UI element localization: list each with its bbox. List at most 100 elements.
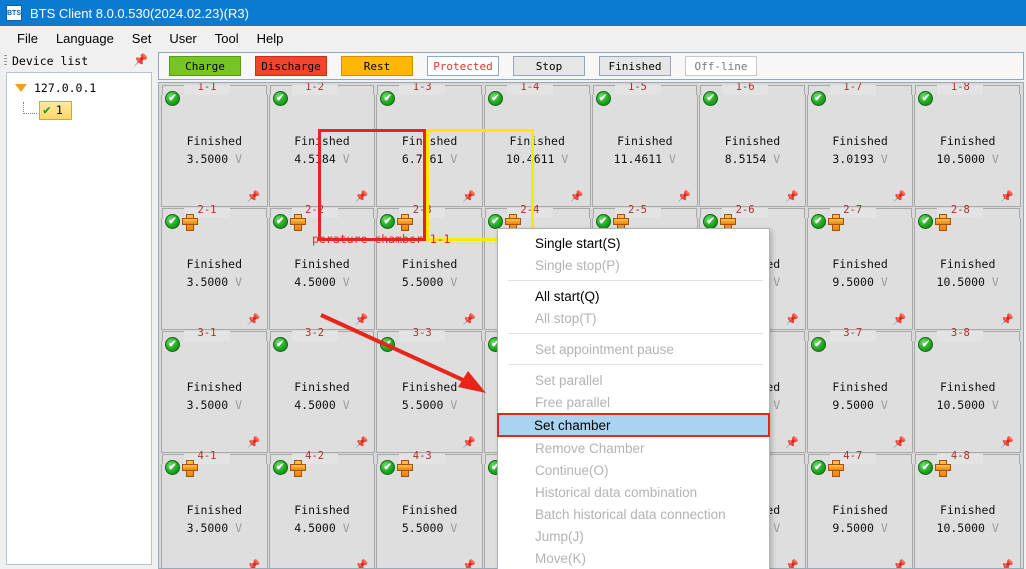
check-icon: ✔ (272, 214, 288, 229)
channel-cell[interactable]: 3-1 ✔ Finished 3.5000 V 📌 (161, 328, 268, 453)
voltage-unit-label: V (450, 151, 458, 166)
channel-cell[interactable]: 1-1 ✔ Finished 3.5000 V 📌 (161, 83, 268, 207)
menu-set[interactable]: Set (123, 28, 161, 49)
channel-status-icons: ✔ (165, 337, 180, 352)
channel-cell[interactable]: 2-8 ✔ Finished 10.5000 V 📌 (914, 205, 1021, 330)
legend-stop[interactable]: Stop (513, 56, 585, 76)
pin-icon[interactable]: 📌 (462, 561, 476, 569)
pin-icon[interactable]: 📌 (570, 192, 584, 203)
channel-cell[interactable]: 4-1 ✔ Finished 3.5000 V 📌 (161, 451, 268, 569)
pin-icon[interactable]: 📌 (355, 192, 369, 203)
pin-icon[interactable]: 📌 (355, 561, 369, 569)
chamber-icon (827, 460, 844, 477)
legend-offline[interactable]: Off-line (685, 56, 757, 76)
channel-cell[interactable]: 4-3 ✔ Finished 5.5000 V 📌 (376, 451, 483, 569)
pin-icon[interactable]: 📌 (893, 561, 907, 569)
channel-cell[interactable]: 3-7 ✔ Finished 9.5000 V 📌 (806, 328, 914, 453)
pin-icon[interactable]: 📌 (1000, 438, 1014, 449)
channel-voltage-unit (336, 521, 343, 535)
pin-icon[interactable]: 📌 (1000, 192, 1014, 203)
channel-voltage-unit (874, 152, 881, 166)
context-menu-item[interactable]: All start(Q) (498, 285, 769, 307)
channel-cell[interactable]: 3-8 ✔ Finished 10.5000 V 📌 (914, 328, 1021, 453)
channel-voltage-value: 3.5000 (186, 520, 229, 535)
channel-cell[interactable]: 3-3 ✔ Finished 5.5000 V 📌 (376, 328, 483, 453)
pin-icon[interactable]: 📌 (247, 192, 261, 203)
channel-cell[interactable]: 2-7 ✔ Finished 9.5000 V 📌 (806, 205, 914, 330)
channel-voltage-value: 6.7261 (401, 151, 444, 166)
channel-cell[interactable]: 3-2 ✔ Finished 4.5000 V 📌 (268, 328, 376, 453)
channel-cell[interactable]: 1-2 ✔ Finished 4.5184 V 📌 (268, 83, 376, 207)
pin-icon[interactable]: 📌 (1000, 561, 1014, 569)
annotation-chamber-label: perature chamber 1-1 (312, 232, 451, 246)
menu-help[interactable]: Help (248, 28, 293, 49)
channel-voltage: 4.5000 V (294, 520, 349, 538)
legend-discharge[interactable]: Discharge (255, 56, 327, 76)
pin-icon[interactable]: 📌 (1000, 315, 1014, 326)
pin-icon[interactable]: 📌 (247, 561, 261, 569)
channel-cell[interactable]: 4-2 ✔ Finished 4.5000 V 📌 (268, 451, 376, 569)
channel-cell[interactable]: 1-4 ✔ Finished 10.4611 V 📌 (483, 83, 591, 207)
channel-cell[interactable]: 1-8 ✔ Finished 10.5000 V 📌 (914, 83, 1021, 207)
context-menu-item: Historical data combination (535, 484, 698, 500)
channel-cell[interactable]: 1-5 ✔ Finished 11.4611 V 📌 (591, 83, 699, 207)
channel-cell[interactable]: 1-3 ✔ Finished 6.7261 V 📌 (376, 83, 483, 207)
channel-id-label: 2-7 (843, 204, 863, 216)
context-menu-item[interactable]: Single start(S) (498, 232, 769, 254)
channel-cell-body: Finished 9.5000 V (808, 218, 913, 329)
channel-status-text: Finished (832, 256, 888, 271)
channel-id-label: 1-2 (305, 82, 325, 93)
context-menu-item: Batch historical data connection (535, 506, 726, 522)
pin-icon[interactable]: 📌 (893, 192, 907, 203)
legend-finished[interactable]: Finished (599, 56, 671, 76)
legend-protected[interactable]: Protected (427, 56, 499, 76)
pin-icon[interactable]: 📌 (462, 315, 476, 326)
channel-id-tab: 1-3 (399, 83, 446, 95)
channel-cell-body: Finished 3.5000 V (162, 341, 267, 452)
legend-rest[interactable]: Rest (341, 56, 413, 76)
menu-file[interactable]: File (8, 28, 47, 49)
channel-id-label: 3-8 (950, 327, 970, 339)
channel-voltage-value: 3.5000 (186, 151, 229, 166)
panel-grip-icon (4, 55, 7, 67)
pin-icon[interactable]: 📌 (462, 192, 476, 203)
channel-cell[interactable]: 4-7 ✔ Finished 9.5000 V 📌 (806, 451, 914, 569)
pin-icon[interactable]: 📌 (677, 192, 691, 203)
pin-icon[interactable]: 📌 (355, 438, 369, 449)
channel-cell[interactable]: 4-8 ✔ Finished 10.5000 V 📌 (914, 451, 1021, 569)
legend-charge[interactable]: Charge (169, 56, 241, 76)
check-icon: ✔ (810, 91, 826, 106)
menu-user[interactable]: User (160, 28, 205, 49)
channel-cell[interactable]: 1-7 ✔ Finished 3.0193 V 📌 (806, 83, 914, 207)
pin-icon[interactable]: 📌 (355, 315, 369, 326)
chamber-icon (182, 460, 198, 477)
channel-id-label: 2-3 (412, 204, 432, 216)
menu-tool[interactable]: Tool (206, 28, 248, 49)
pin-icon[interactable]: 📌 (785, 315, 799, 326)
channel-cell[interactable]: 1-6 ✔ Finished 8.5154 V 📌 (699, 83, 806, 207)
channel-cell[interactable]: 2-1 ✔ Finished 3.5000 V 📌 (161, 205, 268, 330)
device-tree[interactable]: 127.0.0.1 ✔ 1 (6, 72, 152, 565)
voltage-unit-label: V (773, 151, 781, 166)
pin-icon[interactable]: 📌 (893, 315, 907, 326)
pin-icon[interactable]: 📌 (785, 192, 799, 203)
context-menu-item: Continue(O) (535, 462, 609, 478)
menu-language[interactable]: Language (47, 28, 123, 49)
pin-icon[interactable]: 📌 (785, 438, 799, 449)
channel-status-icons: ✔ (165, 91, 180, 106)
check-icon: ✔ (272, 460, 288, 475)
triangle-down-icon[interactable] (15, 84, 27, 92)
tree-root-node[interactable]: 127.0.0.1 (7, 79, 151, 97)
pin-icon[interactable]: 📌 (133, 53, 148, 67)
pin-icon[interactable]: 📌 (462, 438, 476, 449)
channel-voltage-unit (662, 152, 669, 166)
context-menu[interactable]: Single start(S) Single stop(P) All start(Q… (497, 228, 770, 569)
tree-node-device-1[interactable]: ✔ 1 (39, 100, 72, 120)
pin-icon[interactable]: 📌 (247, 315, 261, 326)
pin-icon[interactable]: 📌 (893, 438, 907, 449)
context-menu-item[interactable]: Set chamber (497, 413, 770, 437)
pin-icon[interactable]: 📌 (785, 561, 799, 569)
check-icon: ✔ (810, 337, 826, 352)
pin-icon[interactable]: 📌 (247, 438, 261, 449)
channel-id-tab: 1-7 (829, 83, 876, 95)
